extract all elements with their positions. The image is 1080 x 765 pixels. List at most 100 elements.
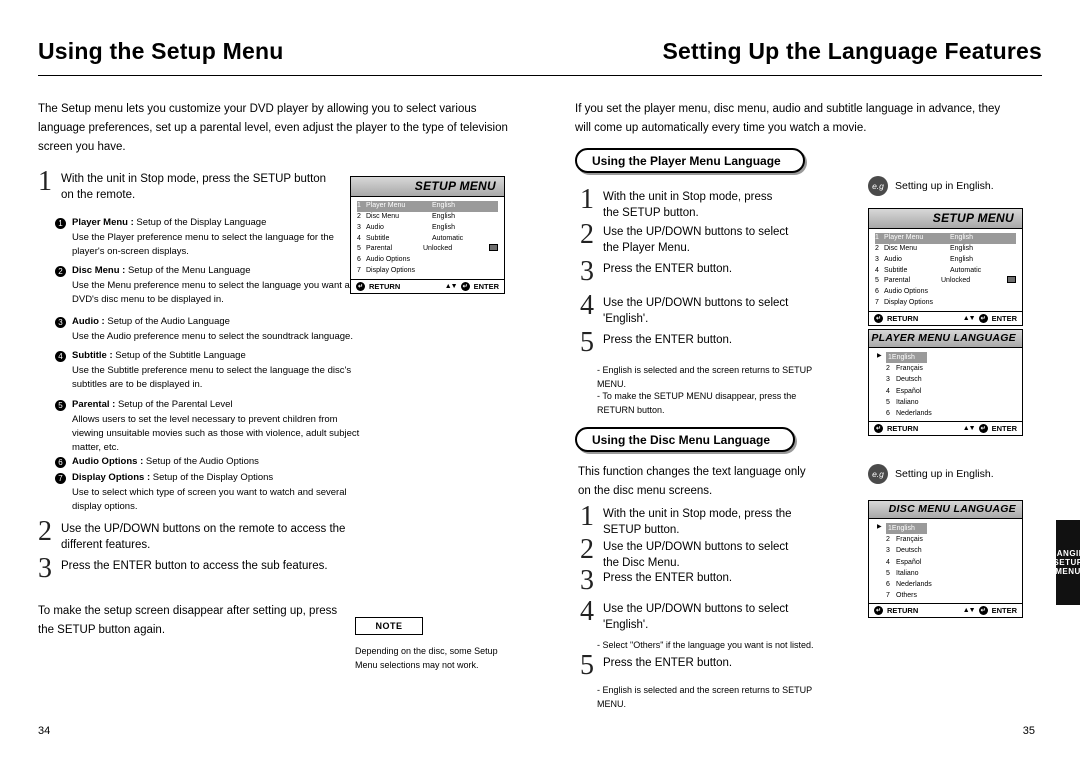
section-disc-menu-language-label: Using the Disc Menu Language (592, 432, 771, 447)
setup-menu-left-row: 1 Player Menu English (357, 201, 498, 212)
right-page-title: Setting Up the Language Features (662, 38, 1042, 64)
eg-circle-icon: e.g (868, 176, 888, 196)
disc-language-row: 6 Nederlands (886, 580, 932, 588)
return-label: RETURN (887, 606, 919, 616)
eg-badge-disc: e.g Setting up in English. (868, 464, 994, 484)
disc-language-row: 2 Français (886, 536, 923, 544)
disc-step-1: 1 With the unit in Stop mode, press the … (580, 503, 805, 538)
right-intro-text: If you set the player menu, disc menu, a… (575, 103, 1001, 134)
setup-menu-left-row: 6 Audio Options (357, 256, 410, 264)
disc-step-4-text: Use the UP/DOWN buttons to select 'Engli… (603, 603, 789, 631)
bullet-7-title: Display Options : Setup of the Display O… (72, 472, 274, 483)
return-key-icon: ↵ (874, 424, 883, 434)
eg-circle-icon: e.g (868, 464, 888, 484)
setup-menu-left-row: 2 Disc Menu English (357, 212, 455, 220)
side-tab-chapter: CHANGING SETUP MENU (1044, 520, 1080, 605)
disc-step-1-text: With the unit in Stop mode, press the SE… (603, 508, 792, 536)
eg-text-disc: Setting up in English. (895, 468, 994, 480)
disc-step-2: 2 Use the UP/DOWN buttons to select the … (580, 536, 795, 571)
left-step-1: 1 With the unit in Stop mode, press the … (38, 168, 338, 203)
cursor-icon: ▶ (877, 353, 882, 359)
bullet-3: 3 Audio : Setup of the Audio Language Us… (55, 316, 365, 344)
bullet-1-desc: Use the Player preference menu to select… (72, 232, 334, 257)
left-page-number: 34 (38, 725, 51, 737)
section-player-menu-language-label: Using the Player Menu Language (592, 153, 781, 168)
disc-step-3-text: Press the ENTER button. (603, 572, 733, 584)
player-step-4-number: 4 (580, 290, 594, 321)
setup-menu-right-row: 7 Display Options (875, 299, 934, 307)
setup-menu-right-row: 4 Subtitle Automatic (875, 266, 982, 274)
disc-step-5: 5 Press the ENTER button. (580, 652, 795, 680)
return-label: RETURN (887, 424, 919, 434)
left-step-1-number: 1 (38, 166, 52, 197)
bullet-4-title: Subtitle : Setup of the Subtitle Languag… (72, 350, 246, 361)
setup-menu-left-row: 5 Parental Unlocked (357, 244, 498, 255)
player-language-row: ▶ 1English (875, 352, 1016, 364)
player-language-row: 5 Italiano (886, 398, 919, 406)
return-key-icon: ↵ (874, 606, 883, 616)
player-menu-language-footer: ↵ RETURN ▲▼ ↵ ENTER (869, 421, 1022, 435)
enter-key-icon: ↵ (978, 606, 988, 616)
player-step-4: 4 Use the UP/DOWN buttons to select 'Eng… (580, 292, 795, 327)
updown-arrows-icon: ▲▼ (962, 607, 976, 615)
left-intro-text: The Setup menu lets you customize your D… (38, 103, 508, 153)
header-divider (38, 75, 1042, 76)
bullet-2: 2 Disc Menu : Setup of the Menu Language… (55, 265, 365, 307)
disc-menu-language-footer: ↵ RETURN ▲▼ ↵ ENTER (869, 603, 1022, 617)
player-step-3: 3 Press the ENTER button. (580, 258, 790, 286)
disc-step-5-text: Press the ENTER button. (603, 657, 733, 669)
disc-step-3: 3 Press the ENTER button. (580, 567, 795, 595)
bullet-2-desc: Use the Menu preference menu to select t… (72, 280, 350, 305)
left-page-title: Using the Setup Menu (38, 38, 284, 64)
setup-menu-right-row: 3 Audio English (875, 255, 973, 263)
left-step-3: 3 Press the ENTER button to access the s… (38, 555, 348, 583)
setup-menu-left-footer: ↵ RETURN ▲▼ ↵ ENTER (351, 278, 504, 293)
disc-language-row: 3 Deutsch (886, 547, 922, 555)
bullet-5: 5 Parental : Setup of the Parental Level… (55, 399, 365, 454)
disc-hint-2: - English is selected and the screen ret… (597, 685, 812, 709)
player-step-2-text: Use the UP/DOWN buttons to select the Pl… (603, 226, 789, 254)
player-step-1-number: 1 (580, 184, 594, 215)
bullet-2-title: Disc Menu : Setup of the Menu Language (72, 265, 251, 276)
player-menu-language-screen: PLAYER MENU LANGUAGE ▶ 1English 2 Français… (868, 329, 1023, 437)
left-step-2-text: Use the UP/DOWN buttons on the remote to… (61, 523, 346, 551)
eg-badge-player: e.g Setting up in English. (868, 176, 994, 196)
disc-step-5-number: 5 (580, 650, 594, 681)
left-step-2: 2 Use the UP/DOWN buttons on the remote … (38, 518, 348, 553)
disc-hint-1: - Select "Others" if the language you wa… (597, 640, 814, 650)
bullet-1-number: 1 (55, 218, 66, 229)
player-step-2-number: 2 (580, 219, 594, 250)
player-step-5: 5 Press the ENTER button. (580, 329, 790, 357)
setup-menu-left-row: 3 Audio English (357, 223, 455, 231)
setup-menu-right-row: 2 Disc Menu English (875, 244, 973, 252)
disc-language-row: 4 Español (886, 558, 922, 566)
bullet-6: 6 Audio Options : Setup of the Audio Opt… (55, 456, 365, 468)
bullet-4-number: 4 (55, 351, 66, 362)
eg-text-player: Setting up in English. (895, 180, 994, 192)
bullet-2-number: 2 (55, 266, 66, 277)
lock-icon (489, 244, 498, 252)
enter-label: ENTER (991, 606, 1017, 616)
note-text: Depending on the disc, some Setup Menu s… (355, 646, 498, 670)
player-language-row: 4 Español (886, 387, 922, 395)
disc-menu-lead-text: This function changes the text language … (578, 466, 806, 497)
bullet-5-desc: Allows users to set the level necessary … (72, 414, 360, 453)
disc-language-row: ▶ 1English (875, 523, 1016, 535)
manual-page: Using the Setup Menu Setting Up the Lang… (0, 0, 1080, 765)
disc-step-2-number: 2 (580, 534, 594, 565)
enter-label: ENTER (991, 313, 1017, 323)
return-label: RETURN (369, 281, 401, 291)
return-key-icon: ↵ (356, 281, 365, 291)
bullet-7-number: 7 (55, 473, 66, 484)
setup-menu-left-row: 4 Subtitle Automatic (357, 234, 464, 242)
right-page-number: 35 (1022, 725, 1035, 737)
section-disc-menu-language-pill: Using the Disc Menu Language (575, 427, 795, 452)
bullet-1: 1 Player Menu : Setup of the Display Lan… (55, 217, 365, 259)
return-key-icon: ↵ (874, 313, 883, 323)
player-step-5-text: Press the ENTER button. (603, 334, 733, 346)
return-label: RETURN (887, 313, 919, 323)
disc-language-row: 7 Others (886, 592, 918, 600)
player-step-5-number: 5 (580, 327, 594, 358)
bullet-7-desc: Use to select which type of screen you w… (72, 487, 347, 512)
disc-step-4: 4 Use the UP/DOWN buttons to select 'Eng… (580, 598, 795, 633)
